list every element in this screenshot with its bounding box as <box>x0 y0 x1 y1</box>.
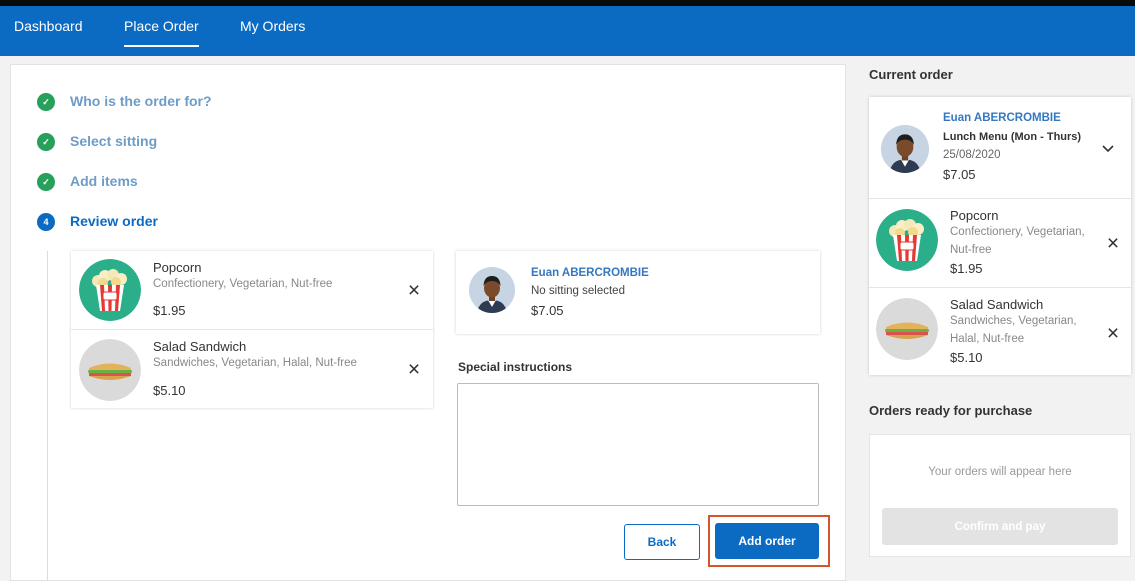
check-icon: ✓ <box>37 93 55 111</box>
check-icon: ✓ <box>37 173 55 191</box>
current-order-card: Euan ABERCROMBIE Lunch Menu (Mon - Thurs… <box>869 97 1131 375</box>
list-item: Salad Sandwich Sandwiches, Vegetarian, H… <box>869 287 1131 375</box>
popcorn-icon <box>79 259 141 321</box>
nav-place-order[interactable]: Place Order <box>124 18 199 47</box>
item-price: $1.95 <box>153 303 186 318</box>
item-tags: Sandwiches, Vegetarian, Halal, Nut-free <box>153 357 357 369</box>
avatar <box>469 267 515 313</box>
sandwich-icon <box>876 298 938 360</box>
ready-orders-card: Your orders will appear here Confirm and… <box>869 434 1131 557</box>
person-name: Euan ABERCROMBIE <box>943 112 1061 124</box>
confirm-and-pay-button[interactable]: Confirm and pay <box>882 508 1118 545</box>
item-price: $1.95 <box>950 261 983 276</box>
step-connector <box>47 251 48 581</box>
nav-my-orders[interactable]: My Orders <box>240 18 305 34</box>
item-tags: Confectionery, Vegetarian, <box>950 226 1085 238</box>
item-tags: Nut-free <box>950 244 992 256</box>
item-price: $5.10 <box>153 383 186 398</box>
avatar <box>881 125 929 173</box>
item-name: Popcorn <box>153 260 202 275</box>
sandwich-icon <box>79 339 141 401</box>
menu-name: Lunch Menu (Mon - Thurs) <box>943 131 1082 143</box>
chevron-down-icon[interactable] <box>1100 140 1116 156</box>
item-price: $5.10 <box>950 350 983 365</box>
special-instructions-label: Special instructions <box>458 360 573 374</box>
step-label: Who is the order for? <box>70 93 212 109</box>
item-name: Popcorn <box>950 208 999 223</box>
ready-title: Orders ready for purchase <box>869 403 1033 418</box>
special-instructions-input[interactable] <box>457 383 819 506</box>
empty-state-text: Your orders will appear here <box>928 466 1072 478</box>
order-total: $7.05 <box>943 167 976 182</box>
list-item: Popcorn Confectionery, Vegetarian, Nut-f… <box>869 198 1131 287</box>
back-button[interactable]: Back <box>624 524 700 560</box>
current-order-header[interactable]: Euan ABERCROMBIE Lunch Menu (Mon - Thurs… <box>869 97 1131 198</box>
order-wizard-panel: ✓ Who is the order for? ✓ Select sitting… <box>10 64 846 581</box>
item-name: Salad Sandwich <box>950 297 1044 312</box>
review-items-card: Popcorn Confectionery, Vegetarian, Nut-f… <box>71 251 433 408</box>
item-name: Salad Sandwich <box>153 339 247 354</box>
top-nav: Dashboard Place Order My Orders <box>0 0 1135 56</box>
order-total: $7.05 <box>531 303 564 318</box>
nav-dashboard[interactable]: Dashboard <box>14 18 83 34</box>
remove-item-button[interactable]: × <box>1104 323 1122 344</box>
person-summary-card: Euan ABERCROMBIE No sitting selected $7.… <box>456 251 820 334</box>
add-order-button[interactable]: Add order <box>715 523 819 559</box>
popcorn-icon <box>876 209 938 271</box>
check-icon: ✓ <box>37 133 55 151</box>
add-order-highlight: Add order <box>708 515 830 567</box>
list-item: Salad Sandwich Sandwiches, Vegetarian, H… <box>71 329 433 408</box>
step-number: 4 <box>37 213 55 231</box>
list-item: Popcorn Confectionery, Vegetarian, Nut-f… <box>71 251 433 329</box>
item-tags: Sandwiches, Vegetarian, <box>950 315 1077 327</box>
step-label: Review order <box>70 213 158 229</box>
step-label: Add items <box>70 173 138 189</box>
current-order-title: Current order <box>869 67 953 82</box>
person-name: Euan ABERCROMBIE <box>531 267 649 279</box>
step-label: Select sitting <box>70 133 158 149</box>
remove-item-button[interactable]: × <box>405 280 423 301</box>
order-date: 25/08/2020 <box>943 149 1001 161</box>
remove-item-button[interactable]: × <box>1104 233 1122 254</box>
remove-item-button[interactable]: × <box>405 359 423 380</box>
item-tags: Confectionery, Vegetarian, Nut-free <box>153 278 333 290</box>
item-tags: Halal, Nut-free <box>950 333 1025 345</box>
sitting-status: No sitting selected <box>531 285 625 297</box>
